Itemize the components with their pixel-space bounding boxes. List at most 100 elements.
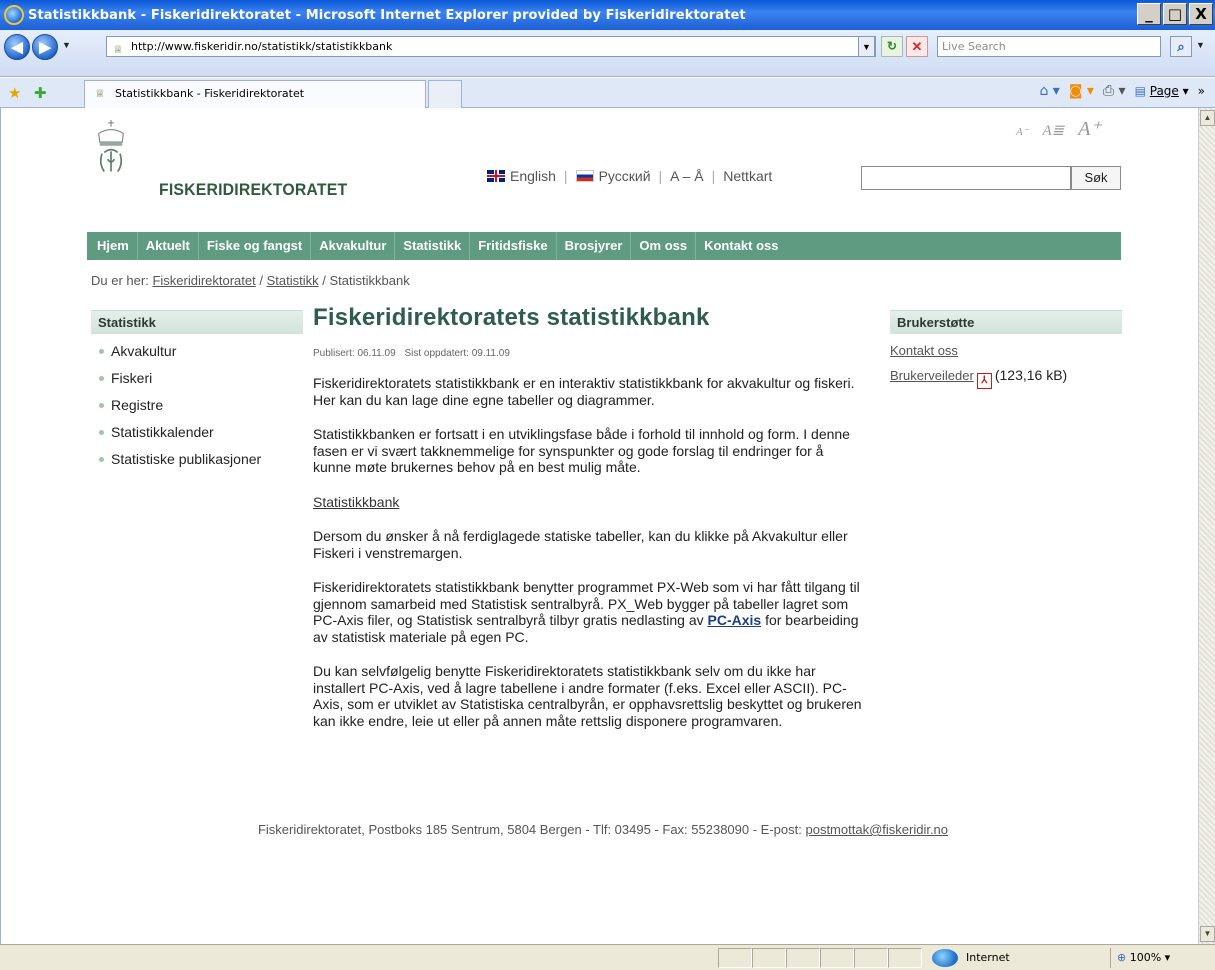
breadcrumb-statistikk[interactable]: Statistikk	[267, 273, 319, 288]
nav-om-oss[interactable]: Om oss	[631, 232, 697, 260]
user-guide-link[interactable]: Brukerveileder	[890, 368, 974, 383]
english-link[interactable]: English	[510, 168, 556, 184]
address-dropdown-button[interactable]: ▼	[858, 36, 875, 57]
zoom-level: 100%	[1129, 951, 1162, 964]
search-icon[interactable]: ⌕	[1170, 36, 1192, 57]
sidebar-item-fiskeri[interactable]: Fiskeri	[91, 365, 303, 392]
minimize-button[interactable]: _	[1137, 3, 1161, 25]
statistikkbank-link[interactable]: Statistikkbank	[313, 494, 399, 510]
nav-brosjyrer[interactable]: Brosjyrer	[557, 232, 632, 260]
sidebar-item-label: Registre	[111, 397, 164, 413]
published-date: Publisert: 06.11.09	[313, 348, 396, 359]
back-button[interactable]: ◀	[4, 34, 30, 60]
nav-kontakt-oss[interactable]: Kontakt oss	[696, 232, 786, 260]
static-tables-paragraph: Dersom du ønsker å nå ferdiglagede stati…	[313, 528, 848, 561]
home-icon[interactable]: ⌂ ▾	[1039, 83, 1059, 99]
scroll-up-icon[interactable]: ▲	[1200, 110, 1215, 126]
new-tab-button[interactable]	[428, 80, 462, 108]
scroll-down-icon[interactable]: ▼	[1200, 926, 1215, 942]
address-url: http://www.fiskeridir.no/statistikk/stat…	[131, 40, 393, 53]
web-page: FISKERIDIREKTORATET A⁻ A≣ A⁺ English | Р…	[59, 108, 1147, 944]
pdf-icon: ⅄	[976, 373, 992, 389]
breadcrumb-separator: /	[259, 273, 263, 288]
status-cell	[854, 948, 888, 968]
toolbar-overflow-button[interactable]: »	[1198, 84, 1205, 98]
page-footer: Fiskeridirektoratet, Postboks 185 Sentru…	[59, 822, 1147, 837]
russia-flag-icon	[575, 170, 594, 182]
feeds-icon[interactable]: ◙ ▾	[1069, 83, 1094, 99]
right-sidebar: Brukerstøtte Kontakt oss Brukerveileder ⅄…	[890, 310, 1122, 389]
sidebar-item-akvakultur[interactable]: Akvakultur	[91, 338, 303, 365]
forward-button[interactable]: ▶	[32, 34, 58, 60]
live-search-input[interactable]: Live Search	[937, 36, 1161, 57]
security-zone[interactable]: Internet	[926, 948, 1101, 968]
address-input[interactable]: ♕ http://www.fiskeridir.no/statistikk/st…	[106, 36, 876, 57]
tab-title: Statistikkbank - Fiskeridirektoratet	[115, 87, 305, 100]
contact-link[interactable]: Kontakt oss	[890, 343, 958, 358]
footer-text: Fiskeridirektoratet, Postboks 185 Sentru…	[257, 822, 802, 837]
px-web-paragraph: Fiskeridirektoratets statistikkbank beny…	[313, 579, 863, 645]
status-cell	[820, 948, 854, 968]
bullet-icon	[99, 457, 104, 462]
search-options-dropdown-icon[interactable]: ▼	[1196, 40, 1205, 50]
page-menu[interactable]: ▤ Page ▾	[1135, 84, 1189, 98]
tab-statistikkbank[interactable]: ♕ Statistikkbank - Fiskeridirektoratet	[84, 80, 426, 108]
font-smaller-button[interactable]: A⁻	[1016, 125, 1029, 138]
window-title: Statistikkbank - Fiskeridirektoratet - M…	[28, 7, 746, 23]
status-cell	[786, 948, 820, 968]
nav-hjem[interactable]: Hjem	[89, 232, 138, 260]
sidebar-item-statistiske-publikasjoner[interactable]: Statistiske publikasjoner	[91, 446, 303, 473]
breadcrumb: Du er her: Fiskeridirektoratet / Statist…	[91, 273, 410, 288]
publish-info: Publisert: 06.11.09 Sist oppdatert: 09.1…	[313, 348, 863, 359]
vertical-scrollbar[interactable]: ▲ ▼	[1198, 108, 1215, 944]
footer-email-link[interactable]: postmottak@fiskeridir.no	[805, 822, 948, 837]
nav-fiske-og-fangst[interactable]: Fiske og fangst	[199, 232, 312, 260]
breadcrumb-separator: /	[322, 273, 326, 288]
nav-statistikk[interactable]: Statistikk	[395, 232, 471, 260]
site-search-button[interactable]: Søk	[1071, 166, 1121, 190]
font-larger-button[interactable]: A⁺	[1078, 116, 1101, 141]
history-dropdown-icon[interactable]: ▼	[62, 40, 71, 50]
internet-explorer-icon	[4, 5, 24, 25]
print-icon[interactable]: ⎙ ▾	[1103, 83, 1126, 99]
user-guide-size: (123,16 kB)	[994, 367, 1068, 383]
main-content: Fiskeridirektoratets statistikkbank Publ…	[313, 304, 863, 729]
sitemap-link[interactable]: Nettkart	[723, 168, 772, 184]
site-search-input[interactable]	[861, 166, 1071, 190]
development-paragraph: Statistikkbanken er fortsatt i en utvikl…	[313, 426, 850, 475]
add-favorites-icon[interactable]: ✚	[34, 84, 47, 102]
statistikkbank-link-paragraph: Statistikkbank	[313, 494, 863, 511]
crown-emblem-icon	[98, 120, 124, 173]
bullet-icon	[99, 349, 104, 354]
updated-date: Sist oppdatert: 09.11.09	[404, 348, 510, 359]
tab-favicon-icon: ♕	[95, 87, 105, 100]
site-logo[interactable]: FISKERIDIREKTORATET	[85, 120, 347, 199]
favorites-star-icon[interactable]: ★	[8, 84, 21, 102]
russian-link[interactable]: Русский	[599, 168, 651, 184]
site-favicon-icon: ♕	[113, 43, 123, 56]
refresh-icon[interactable]: ↻	[881, 36, 903, 57]
breadcrumb-current: Statistikkbank	[329, 273, 410, 288]
maximize-button[interactable]: □	[1163, 3, 1187, 25]
main-navigation: Hjem Aktuelt Fiske og fangst Akvakultur …	[87, 232, 1121, 260]
sidebar-heading: Statistikk	[91, 310, 303, 334]
page-title: Fiskeridirektoratets statistikkbank	[313, 304, 710, 331]
pc-axis-link[interactable]: PC-Axis	[708, 612, 762, 628]
status-cell	[888, 948, 922, 968]
nav-fritidsfiske[interactable]: Fritidsfiske	[470, 232, 557, 260]
stop-icon[interactable]: ✕	[906, 36, 928, 57]
font-normal-button[interactable]: A≣	[1042, 121, 1064, 140]
nav-akvakultur[interactable]: Akvakultur	[311, 232, 396, 260]
nav-aktuelt[interactable]: Aktuelt	[138, 232, 199, 260]
zoom-control[interactable]: ⊕ 100% ▾	[1110, 948, 1192, 968]
bullet-icon	[99, 403, 104, 408]
sidebar-item-registre[interactable]: Registre	[91, 392, 303, 419]
zoom-icon: ⊕	[1117, 951, 1127, 964]
sidebar-item-statistikkalender[interactable]: Statistikkalender	[91, 419, 303, 446]
status-bar: Internet ⊕ 100% ▾	[0, 944, 1215, 970]
sidebar-item-label: Statistikkalender	[111, 424, 214, 440]
status-cell	[752, 948, 786, 968]
breadcrumb-fiskeridirektoratet[interactable]: Fiskeridirektoratet	[152, 273, 255, 288]
close-button[interactable]: X	[1189, 3, 1213, 25]
a-z-link[interactable]: A – Å	[670, 168, 703, 184]
